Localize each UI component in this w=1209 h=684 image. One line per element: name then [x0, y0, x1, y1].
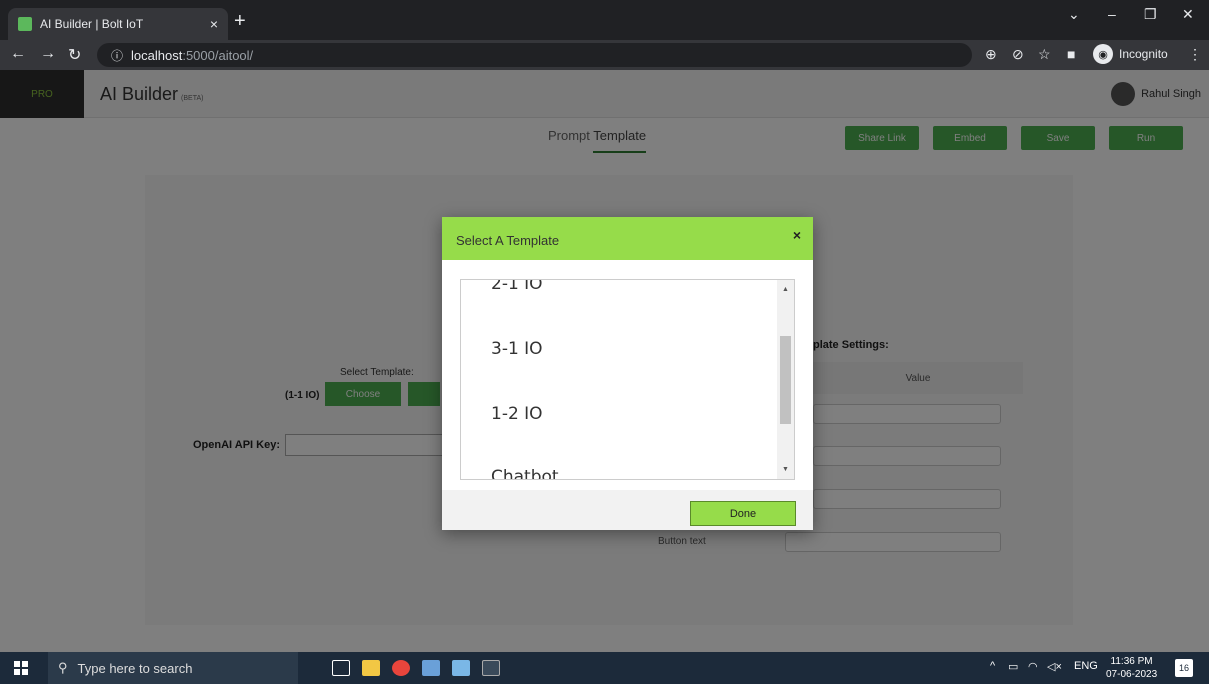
reload-icon[interactable]: ↻ — [68, 45, 81, 65]
maximize-icon[interactable]: ❐ — [1144, 6, 1157, 23]
site-info-icon[interactable]: ⓘ — [111, 47, 123, 64]
url-path: :5000/aitool/ — [182, 47, 254, 63]
file-explorer-icon[interactable] — [362, 660, 380, 676]
forward-icon[interactable]: → — [40, 45, 56, 63]
battery-icon[interactable]: ▭ — [1008, 660, 1018, 673]
close-icon[interactable]: × — [793, 227, 801, 243]
tab-close-icon[interactable]: × — [210, 16, 218, 32]
url-field[interactable]: ⓘ localhost:5000/aitool/ — [97, 43, 972, 67]
browser-tabbar: AI Builder | Bolt IoT × + ⌄ – ❐ ✕ — [0, 0, 1209, 40]
modal-title: Select A Template — [456, 233, 560, 248]
browser-tab[interactable]: AI Builder | Bolt IoT × — [8, 8, 228, 40]
scrollbar[interactable]: ▲ ▼ — [777, 280, 794, 479]
page-viewport: PRO AI Builder(BETA) Rahul Singh Prompt … — [0, 70, 1209, 652]
close-window-icon[interactable]: ✕ — [1182, 6, 1194, 23]
select-template-modal: Select A Template × 2-1 IO 3-1 IO 1-2 IO… — [442, 217, 813, 530]
list-item[interactable]: 3-1 IO — [491, 339, 543, 359]
volume-icon[interactable]: ◁× — [1047, 660, 1062, 673]
search-placeholder: Type here to search — [77, 660, 193, 676]
list-item[interactable]: Chatbot — [491, 467, 559, 479]
bookmark-star-icon[interactable]: ☆ — [1038, 46, 1051, 63]
modal-body: 2-1 IO 3-1 IO 1-2 IO Chatbot ▲ ▼ — [442, 260, 813, 490]
task-view-icon[interactable] — [332, 660, 350, 676]
minimize-icon[interactable]: – — [1108, 6, 1116, 22]
template-list[interactable]: 2-1 IO 3-1 IO 1-2 IO Chatbot ▲ ▼ — [460, 279, 795, 480]
eye-off-icon[interactable]: ⊘ — [1012, 46, 1024, 63]
modal-footer: Done — [442, 490, 813, 530]
list-item[interactable]: 2-1 IO — [491, 280, 543, 294]
incognito-label: Incognito — [1119, 47, 1168, 61]
list-item[interactable]: 1-2 IO — [491, 404, 543, 424]
taskbar: ⚲ Type here to search ^ ▭ ◠ ◁× ENG 11:36… — [0, 652, 1209, 684]
notification-badge[interactable]: 16 — [1175, 659, 1193, 677]
windows-start-icon[interactable] — [14, 661, 28, 675]
clock-date: 07-06-2023 — [1106, 669, 1158, 680]
app-icon[interactable] — [422, 660, 440, 676]
modal-header: Select A Template × — [442, 217, 813, 260]
search-icon: ⚲ — [58, 660, 68, 675]
favicon-icon — [18, 17, 32, 31]
back-icon[interactable]: ← — [10, 45, 26, 63]
incognito-icon: ◉ — [1093, 44, 1113, 64]
language-indicator[interactable]: ENG — [1074, 660, 1098, 672]
incognito-badge[interactable]: ◉ Incognito — [1093, 44, 1168, 64]
scrollbar-thumb[interactable] — [780, 336, 791, 424]
tab-title: AI Builder | Bolt IoT — [40, 17, 144, 31]
wifi-icon[interactable]: ◠ — [1028, 660, 1038, 673]
clock-time: 11:36 PM — [1110, 656, 1153, 667]
scroll-up-icon[interactable]: ▲ — [782, 286, 789, 293]
new-tab-button[interactable]: + — [234, 10, 246, 33]
address-bar-row: ← → ↻ ⓘ localhost:5000/aitool/ ⊕ ⊘ ☆ ■ ◉… — [0, 40, 1209, 70]
clock[interactable]: 11:36 PM 07-06-2023 — [1106, 655, 1157, 681]
side-panel-icon[interactable]: ■ — [1067, 46, 1075, 62]
tab-search-icon[interactable]: ⌄ — [1068, 6, 1080, 23]
tray-chevron-icon[interactable]: ^ — [990, 660, 995, 672]
url-host: localhost — [131, 47, 183, 63]
chrome-icon[interactable] — [392, 660, 410, 676]
taskbar-search[interactable]: ⚲ Type here to search — [48, 652, 298, 684]
app-icon[interactable] — [452, 660, 470, 676]
done-button[interactable]: Done — [690, 501, 796, 526]
scroll-down-icon[interactable]: ▼ — [782, 466, 789, 473]
menu-icon[interactable]: ⋮ — [1188, 46, 1202, 63]
zoom-icon[interactable]: ⊕ — [985, 46, 997, 63]
terminal-icon[interactable] — [482, 660, 500, 676]
